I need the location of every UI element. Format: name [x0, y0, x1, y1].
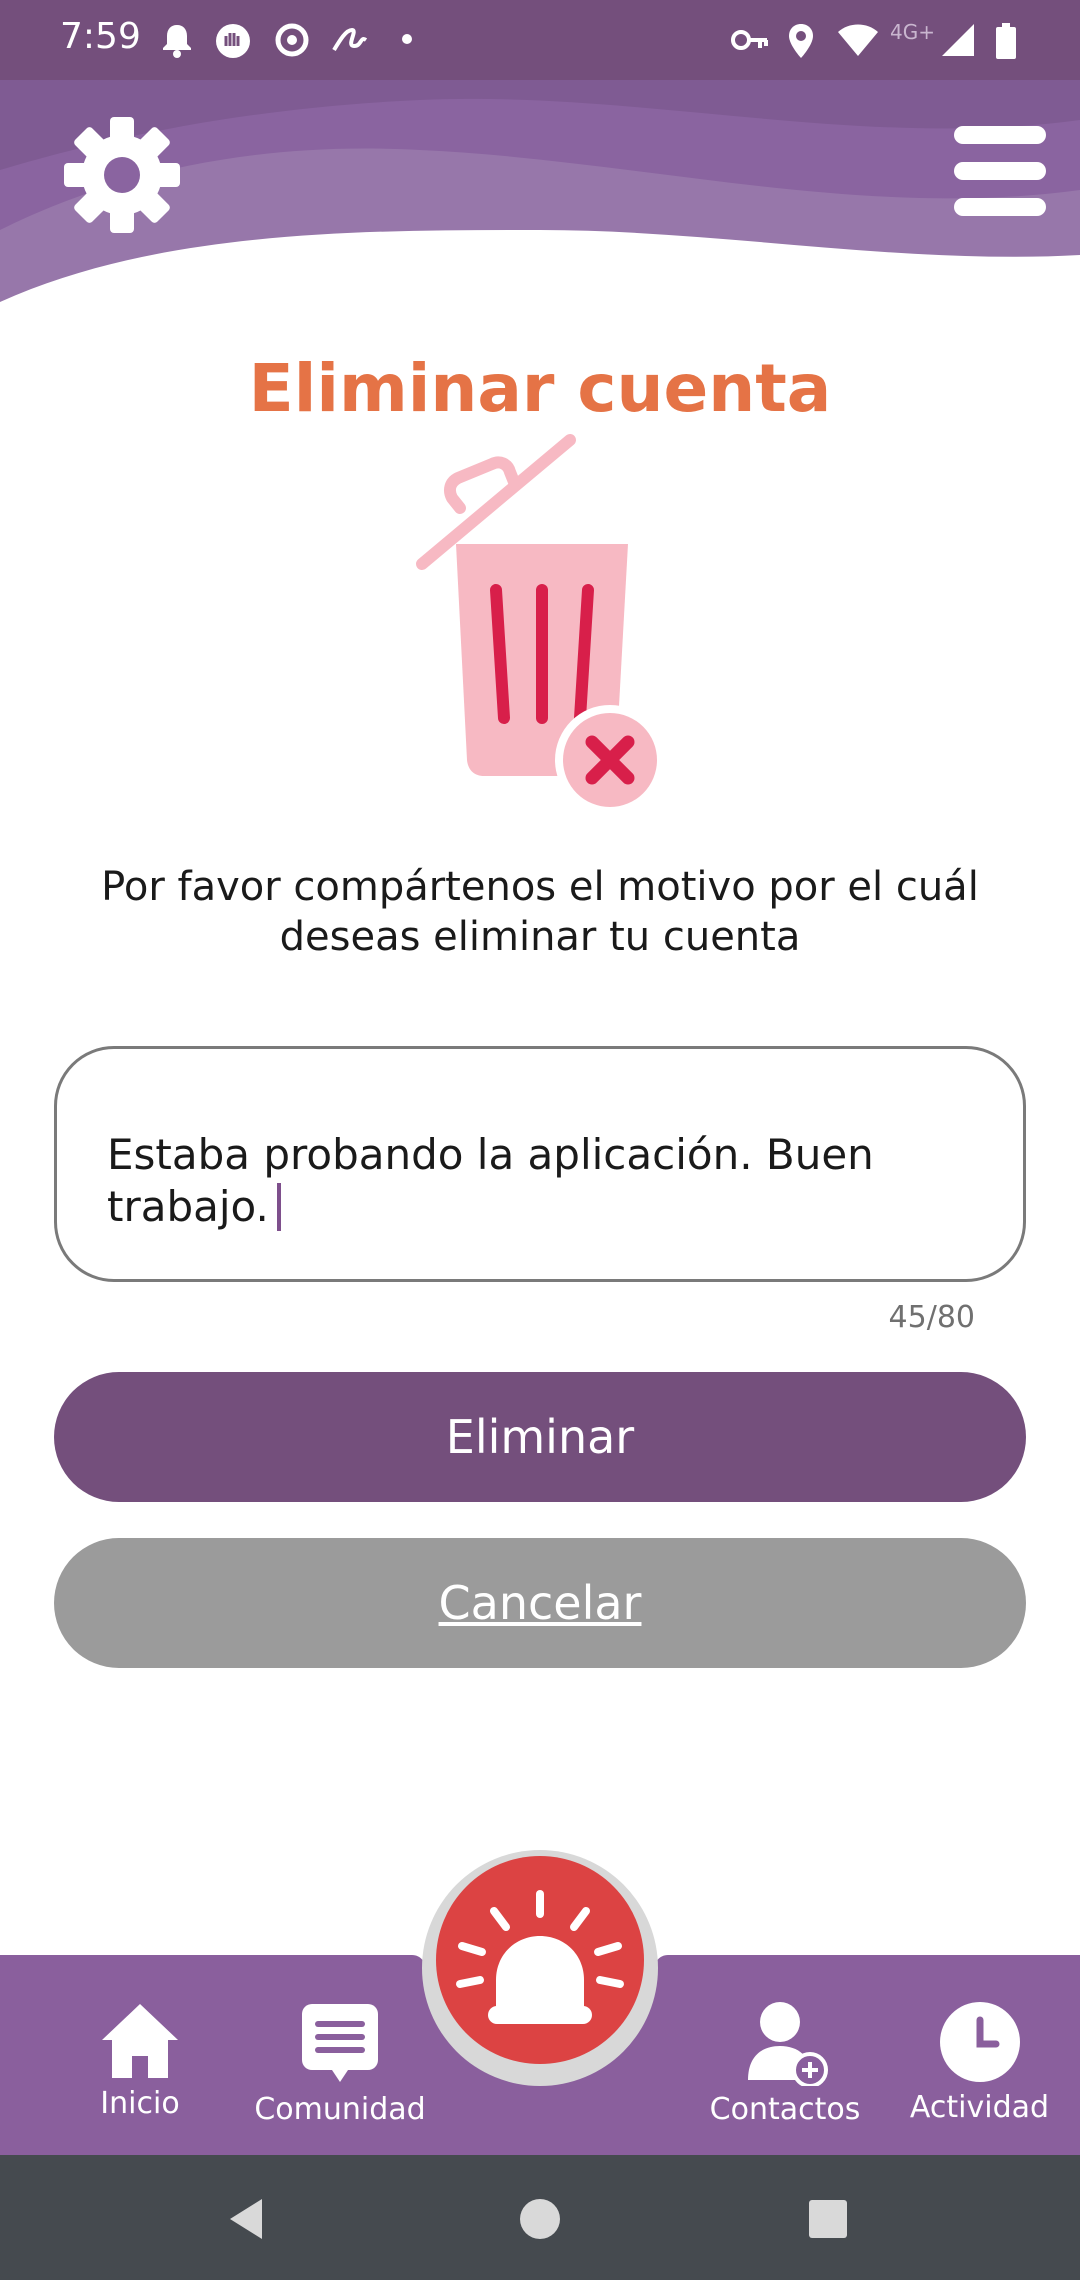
- alarm-siren-icon: [456, 1890, 624, 2024]
- wifi-icon: [838, 24, 878, 56]
- nav-label-contactos: Contactos: [709, 2092, 861, 2127]
- back-icon[interactable]: [226, 2197, 270, 2241]
- nav-label-actividad: Actividad: [909, 2090, 1050, 2125]
- reason-textarea[interactable]: Estaba probando la aplicación. Buen trab…: [54, 1046, 1026, 1282]
- status-time: 7:59: [60, 16, 141, 57]
- hand-icon: [216, 24, 250, 58]
- clock-icon: [939, 2002, 1020, 2082]
- vpn-key-icon: [731, 30, 768, 50]
- settings-gear-icon[interactable]: [62, 115, 182, 235]
- nav-item-actividad[interactable]: Actividad: [902, 2000, 1057, 2125]
- nav-label-comunidad: Comunidad: [254, 2092, 426, 2127]
- add-contact-icon: [748, 2002, 828, 2086]
- location-pin-icon: [789, 24, 813, 58]
- dot-icon: [402, 34, 412, 44]
- scribble-icon: [332, 27, 368, 52]
- recents-square-icon[interactable]: [806, 2197, 850, 2241]
- nav-item-contactos[interactable]: Contactos: [700, 2000, 870, 2127]
- reason-text[interactable]: Estaba probando la aplicación. Buen trab…: [107, 1129, 967, 1233]
- status-bar: 7:59 4G+: [0, 0, 1080, 80]
- home-circle-icon[interactable]: [518, 2197, 562, 2241]
- reason-value: Estaba probando la aplicación. Buen trab…: [107, 1130, 874, 1231]
- bell-icon: [163, 25, 191, 58]
- text-cursor: [276, 1183, 281, 1231]
- nav-item-comunidad[interactable]: Comunidad: [245, 2000, 435, 2127]
- system-navigation-bar: [0, 2155, 1080, 2280]
- character-counter: 45/80: [888, 1300, 975, 1335]
- sos-alarm-button[interactable]: [436, 1856, 644, 2064]
- cancel-button[interactable]: Cancelar: [54, 1538, 1026, 1668]
- nav-label-inicio: Inicio: [100, 2086, 180, 2121]
- home-icon: [102, 2004, 178, 2078]
- hamburger-menu-icon[interactable]: [952, 124, 1048, 220]
- battery-icon: [996, 23, 1016, 59]
- ring-icon: [275, 23, 309, 57]
- trash-can-delete-icon: [416, 434, 665, 815]
- delete-account-button[interactable]: Eliminar: [54, 1372, 1026, 1502]
- nav-item-inicio[interactable]: Inicio: [90, 2000, 190, 2121]
- delete-reason-prompt: Por favor compártenos el motivo por el c…: [101, 864, 979, 960]
- page-title: Eliminar cuenta: [248, 350, 832, 427]
- signal-icon: [942, 24, 974, 56]
- network-type: 4G+: [890, 20, 935, 44]
- chat-bubble-icon: [302, 2004, 378, 2082]
